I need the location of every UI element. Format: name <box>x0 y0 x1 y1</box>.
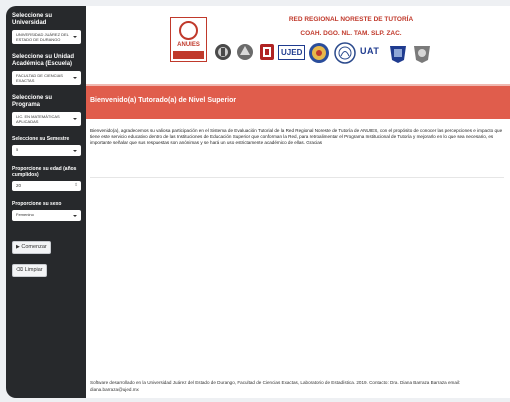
network-subtitle: COAH. DGO. NL. TAM. SLP. ZAC. <box>300 30 402 37</box>
chevron-down-icon <box>73 118 77 120</box>
header: ANUIES RED REGIONAL NORESTE DE TUTORÍA C… <box>86 6 510 76</box>
unit-label: Seleccione su Unidad Académica (Escuela) <box>12 54 75 67</box>
semester-select-value: 5 <box>16 147 19 152</box>
university-select[interactable]: UNIVERSIDAD JUÁREZ DEL ESTADO DE DURANGO <box>12 30 81 44</box>
chevron-down-icon <box>73 36 77 38</box>
chevron-down-icon <box>73 77 77 79</box>
coahuila-seal-icon <box>215 44 231 60</box>
unit-select-value: FACULTAD DE CIENCIAS EXACTAS <box>16 73 63 83</box>
semester-select[interactable]: 5 <box>12 145 81 156</box>
program-select-value: LIC. EN MATEMÁTICAS APLICADAS <box>16 114 60 124</box>
tamaulipas-seal-icon <box>390 46 406 63</box>
spinner-icon[interactable]: ⇕ <box>74 182 78 188</box>
sidebar: Seleccione su Universidad UNIVERSIDAD JU… <box>6 6 86 398</box>
clear-button[interactable]: ⌫ Limpiar <box>12 264 47 277</box>
program-label: Seleccione su Programa <box>12 95 53 108</box>
footer-text: Software desarrollado en la Universidad … <box>90 380 461 392</box>
sex-select[interactable]: Femenino <box>12 210 81 221</box>
start-button[interactable]: ▶ Comenzar <box>12 241 51 254</box>
ujed-logo-text: UJED <box>281 48 303 57</box>
welcome-title: Bienvenido(a) Tutorado(a) de Nivel Super… <box>90 97 237 104</box>
chevron-down-icon <box>73 149 77 152</box>
program-select[interactable]: LIC. EN MATEMÁTICAS APLICADAS <box>12 112 81 126</box>
welcome-banner: Bienvenido(a) Tutorado(a) de Nivel Super… <box>86 84 510 119</box>
semester-label: Seleccione su Semestre <box>12 136 70 142</box>
university-select-value: UNIVERSIDAD JUÁREZ DEL ESTADO DE DURANGO <box>16 32 69 42</box>
play-icon: ▶ <box>16 244 20 250</box>
age-label: Proporcione su edad (años cumplidos) <box>12 166 77 178</box>
age-input-value: 20 <box>16 183 22 188</box>
main-content: ANUIES RED REGIONAL NORESTE DE TUTORÍA C… <box>86 6 510 398</box>
nuevo-leon-seal-icon <box>237 44 253 60</box>
university-logos: UJED UAT <box>214 42 484 64</box>
anuies-band <box>173 51 204 59</box>
network-title: RED REGIONAL NORESTE DE TUTORÍA <box>288 16 414 23</box>
uat-logo-text: UAT <box>360 46 380 56</box>
intro-text: Bienvenido(a), agradecemos su valiosa pa… <box>90 128 503 145</box>
anuies-logo: ANUIES <box>170 17 207 62</box>
clear-button-label: Limpiar <box>24 267 43 273</box>
uat-logo: UAT <box>360 46 379 56</box>
start-button-label: Comenzar <box>21 244 47 250</box>
divider <box>90 177 504 178</box>
chevron-down-icon <box>73 214 77 217</box>
anuies-logo-text: ANUIES <box>177 42 200 48</box>
unit-select[interactable]: FACULTAD DE CIENCIAS EXACTAS <box>12 71 81 85</box>
app-window: Seleccione su Universidad UNIVERSIDAD JU… <box>0 0 510 402</box>
university-label: Seleccione su Universidad <box>12 13 53 26</box>
uanl-seal-icon <box>260 44 274 60</box>
sex-select-value: Femenino <box>16 212 34 217</box>
uaz-seal-icon <box>309 43 329 63</box>
anuies-emblem-icon <box>179 21 198 40</box>
uaslp-seal-icon <box>334 42 356 64</box>
eraser-icon: ⌫ <box>16 267 24 273</box>
ujed-logo: UJED <box>278 45 306 60</box>
durango-seal-icon <box>414 46 430 63</box>
age-input[interactable]: 20 ⇕ <box>12 181 81 191</box>
sex-label: Proporcione su sexo <box>12 201 62 207</box>
